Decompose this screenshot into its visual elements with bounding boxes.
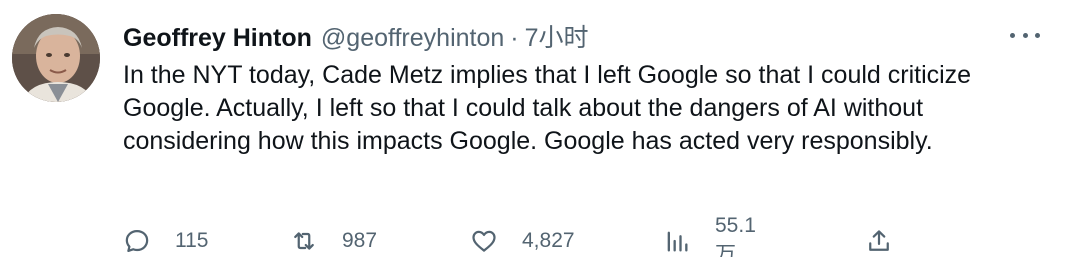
reply-button[interactable]: 115 [123, 224, 208, 257]
view-count: 55.1万 [715, 214, 756, 257]
share-button[interactable] [865, 224, 893, 257]
timestamp[interactable]: 7小时 [525, 18, 589, 54]
views-button[interactable]: 55.1万 [663, 214, 756, 257]
retweet-count: 987 [342, 229, 378, 252]
like-count: 4,827 [522, 229, 575, 252]
like-button[interactable]: 4,827 [470, 224, 575, 257]
author-name[interactable]: Geoffrey Hinton [123, 24, 312, 53]
retweet-icon [294, 232, 314, 250]
tweet-header: Geoffrey Hinton @geoffreyhinton · 7小时 [123, 18, 589, 53]
tweet-text: In the NYT today, Cade Metz implies that… [123, 61, 972, 155]
more-icon[interactable] [1010, 30, 1040, 40]
reply-icon [125, 229, 149, 253]
retweet-button[interactable]: 987 [290, 224, 377, 257]
avatar-photo [12, 14, 100, 102]
avatar[interactable] [12, 14, 100, 102]
share-icon [869, 230, 889, 251]
heart-icon [472, 230, 496, 252]
reply-count: 115 [175, 229, 209, 252]
separator-dot: · [510, 24, 519, 52]
tweet: Geoffrey Hinton @geoffreyhinton · 7小时 In… [0, 0, 1080, 257]
analytics-icon [667, 231, 688, 252]
author-handle[interactable]: @geoffreyhinton [321, 24, 504, 53]
